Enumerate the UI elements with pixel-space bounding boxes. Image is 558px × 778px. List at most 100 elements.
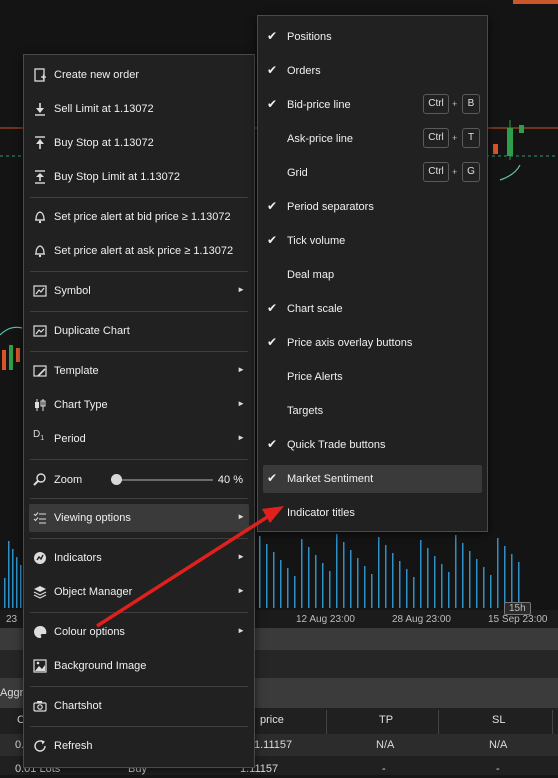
volume-bar: [20, 565, 22, 608]
submenu-arrow-icon: ►: [237, 399, 245, 408]
volume-bar: [462, 543, 464, 608]
menu-item-viewing-options[interactable]: Viewing options ►: [29, 504, 249, 532]
option-label: Price axis overlay buttons: [287, 337, 413, 349]
menu-item-label: Colour options: [54, 626, 125, 638]
menu-item-label: Template: [54, 365, 99, 377]
indicator-line: [0, 326, 23, 336]
menu-item-create-new-order[interactable]: Create new order: [29, 61, 249, 89]
option-price-axis-overlay-buttons[interactable]: ✔ Price axis overlay buttons: [263, 329, 482, 357]
menu-separator: [30, 351, 248, 352]
volume-bar: [12, 549, 14, 608]
zoom-slider-thumb[interactable]: [111, 474, 122, 485]
volume-bar: [406, 569, 408, 608]
date-label: 23: [6, 614, 18, 625]
option-bid-price-line[interactable]: ✔ Bid-price line Ctrl + B: [263, 91, 482, 119]
menu-item-period[interactable]: D1 Period ►: [29, 425, 249, 453]
option-positions[interactable]: ✔ Positions: [263, 23, 482, 51]
menu-separator: [30, 726, 248, 727]
cell: -: [382, 763, 386, 775]
volume-bar: [476, 559, 478, 608]
volume-bar: [322, 563, 324, 608]
check-icon: ✔: [267, 301, 278, 315]
option-orders[interactable]: ✔ Orders: [263, 57, 482, 85]
menu-item-chartshot[interactable]: Chartshot: [29, 692, 249, 720]
option-deal-map[interactable]: Deal map: [263, 261, 482, 289]
menu-item-chart-type[interactable]: Chart Type ►: [29, 391, 249, 419]
indicators-icon: [33, 551, 47, 565]
symbol-icon: [33, 284, 47, 298]
menu-item-symbol[interactable]: Symbol ►: [29, 277, 249, 305]
bell-icon: [33, 210, 47, 224]
option-label: Market Sentiment: [287, 473, 374, 485]
check-icon: ✔: [267, 437, 278, 451]
menu-item-alert-bid[interactable]: Set price alert at bid price ≥ 1.13072: [29, 203, 249, 231]
volume-bar: [413, 577, 415, 608]
option-label: Indicator titles: [287, 507, 355, 519]
option-chart-scale[interactable]: ✔ Chart scale: [263, 295, 482, 323]
menu-item-background-image[interactable]: Background Image: [29, 652, 249, 680]
volume-bar: [497, 538, 499, 608]
zoom-icon: [33, 473, 47, 487]
viewing-options-icon: [33, 511, 47, 525]
divider: [552, 710, 553, 734]
menu-item-buy-stop-limit[interactable]: Buy Stop Limit at 1.13072: [29, 163, 249, 191]
buy-stop-icon: [33, 136, 47, 150]
check-icon: ✔: [267, 63, 278, 77]
option-ask-price-line[interactable]: Ask-price line Ctrl + T: [263, 125, 482, 153]
shortcut-key: G: [462, 162, 480, 182]
volume-bar: [511, 554, 513, 608]
menu-item-label: Object Manager: [54, 586, 133, 598]
volume-bar: [427, 548, 429, 608]
menu-item-label: Indicators: [54, 552, 102, 564]
candlestick-icon: [33, 398, 47, 412]
option-price-alerts[interactable]: Price Alerts: [263, 363, 482, 391]
submenu-arrow-icon: ►: [237, 626, 245, 635]
zoom-slider-track[interactable]: [117, 479, 213, 481]
option-market-sentiment[interactable]: ✔ Market Sentiment: [263, 465, 482, 493]
option-period-separators[interactable]: ✔ Period separators: [263, 193, 482, 221]
buy-stop-limit-icon: [33, 170, 47, 184]
volume-bar: [329, 571, 331, 608]
candle: [2, 350, 6, 370]
volume-bar: [259, 536, 261, 608]
volume-bar: [469, 551, 471, 608]
option-tick-volume[interactable]: ✔ Tick volume: [263, 227, 482, 255]
volume-bar: [371, 574, 373, 608]
cell: N/A: [376, 739, 395, 751]
menu-item-indicators[interactable]: Indicators ►: [29, 544, 249, 572]
duplicate-chart-icon: [33, 324, 47, 338]
menu-separator: [30, 538, 248, 539]
menu-item-buy-stop[interactable]: Buy Stop at 1.13072: [29, 129, 249, 157]
image-icon: [33, 659, 47, 673]
check-icon: ✔: [267, 199, 278, 213]
option-targets[interactable]: Targets: [263, 397, 482, 425]
option-grid[interactable]: Grid Ctrl + G: [263, 159, 482, 187]
zoom-value: 40 %: [217, 474, 243, 486]
volume-bar: [287, 568, 289, 608]
menu-item-label: Sell Limit at 1.13072: [54, 103, 154, 115]
menu-item-colour-options[interactable]: Colour options ►: [29, 618, 249, 646]
menu-item-label: Viewing options: [54, 512, 131, 524]
bell-icon: [33, 244, 47, 258]
new-order-icon: [33, 68, 47, 82]
check-icon: ✔: [267, 233, 278, 247]
option-indicator-titles[interactable]: Indicator titles: [263, 499, 482, 527]
check-icon: ✔: [267, 97, 278, 111]
menu-separator: [30, 686, 248, 687]
volume-bar: [280, 560, 282, 608]
camera-icon: [33, 699, 47, 713]
menu-item-refresh[interactable]: Refresh: [29, 732, 249, 760]
menu-item-alert-ask[interactable]: Set price alert at ask price ≥ 1.13072: [29, 237, 249, 265]
menu-item-duplicate-chart[interactable]: Duplicate Chart: [29, 317, 249, 345]
menu-item-object-manager[interactable]: Object Manager ►: [29, 578, 249, 606]
shortcut-plus: +: [452, 99, 458, 109]
menu-item-template[interactable]: Template ►: [29, 357, 249, 385]
cell: -: [496, 763, 500, 775]
cell: N/A: [489, 739, 508, 751]
option-quick-trade-buttons[interactable]: ✔ Quick Trade buttons: [263, 431, 482, 459]
volume-bar: [441, 564, 443, 608]
volume-bar: [378, 537, 380, 608]
menu-item-sell-limit[interactable]: Sell Limit at 1.13072: [29, 95, 249, 123]
submenu-arrow-icon: ►: [237, 285, 245, 294]
volume-bar: [294, 576, 296, 608]
